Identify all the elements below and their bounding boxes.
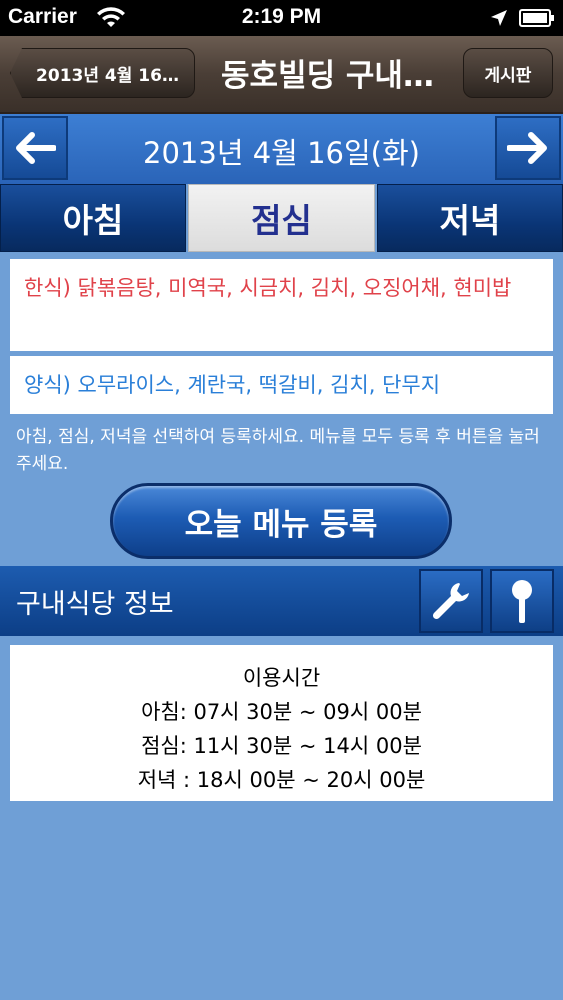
hours-breakfast: 아침: 07시 30분 ~ 09시 00분 [141, 700, 422, 724]
board-button[interactable]: 게시판 [463, 48, 553, 98]
current-date: 2013년 4월 16일(화) [143, 136, 420, 170]
cafeteria-info-bar: 구내식당 정보 [0, 566, 563, 636]
hours-dinner: 저녁 : 18시 00분 ~ 20시 00분 [137, 768, 426, 792]
back-button[interactable]: 2013년 4월 16… [10, 48, 195, 98]
pin-icon [512, 580, 532, 623]
previous-day-button[interactable] [2, 116, 68, 180]
hours-heading: 이용시간 [242, 666, 321, 690]
next-day-button[interactable] [495, 116, 561, 180]
date-bar: 2013년 4월 16일(화) [0, 114, 563, 184]
location-button[interactable] [490, 569, 554, 633]
clock: 2:19 PM [241, 5, 322, 28]
meal-tabs: 아침 점심 저녁 [0, 184, 563, 254]
korean-menu-field[interactable]: 한식) 닭볶음탕, 미역국, 시금치, 김치, 오징어채, 현미밥 [10, 259, 553, 351]
western-menu-field[interactable]: 양식) 오무라이스, 계란국, 떡갈비, 김치, 단무지 [10, 356, 553, 414]
tab-dinner[interactable]: 저녁 [377, 184, 563, 252]
instructions-text: 아침, 점심, 저녁을 선택하여 등록하세요. 메뉴를 모두 등록 후 버튼을 … [16, 427, 540, 474]
location-arrow-icon [491, 10, 507, 26]
wrench-icon [432, 583, 469, 620]
battery-icon [519, 9, 554, 27]
right-arrow-icon [507, 132, 547, 164]
left-arrow-icon [16, 132, 56, 164]
tab-breakfast[interactable]: 아침 [0, 184, 186, 252]
tab-lunch[interactable]: 점심 [188, 184, 375, 252]
register-menu-button[interactable]: 오늘 메뉴 등록 [110, 483, 452, 559]
section-title: 구내식당 정보 [16, 589, 174, 620]
navigation-bar: 2013년 4월 16… 동호빌딩 구내… 게시판 [0, 36, 563, 114]
settings-button[interactable] [419, 569, 483, 633]
page-title: 동호빌딩 구내… [221, 58, 434, 94]
operating-hours: 이용시간 아침: 07시 30분 ~ 09시 00분 점심: 11시 30분 ~… [10, 645, 553, 801]
hours-lunch: 점심: 11시 30분 ~ 14시 00분 [141, 734, 422, 758]
status-bar: Carrier 2:19 PM [0, 0, 563, 36]
